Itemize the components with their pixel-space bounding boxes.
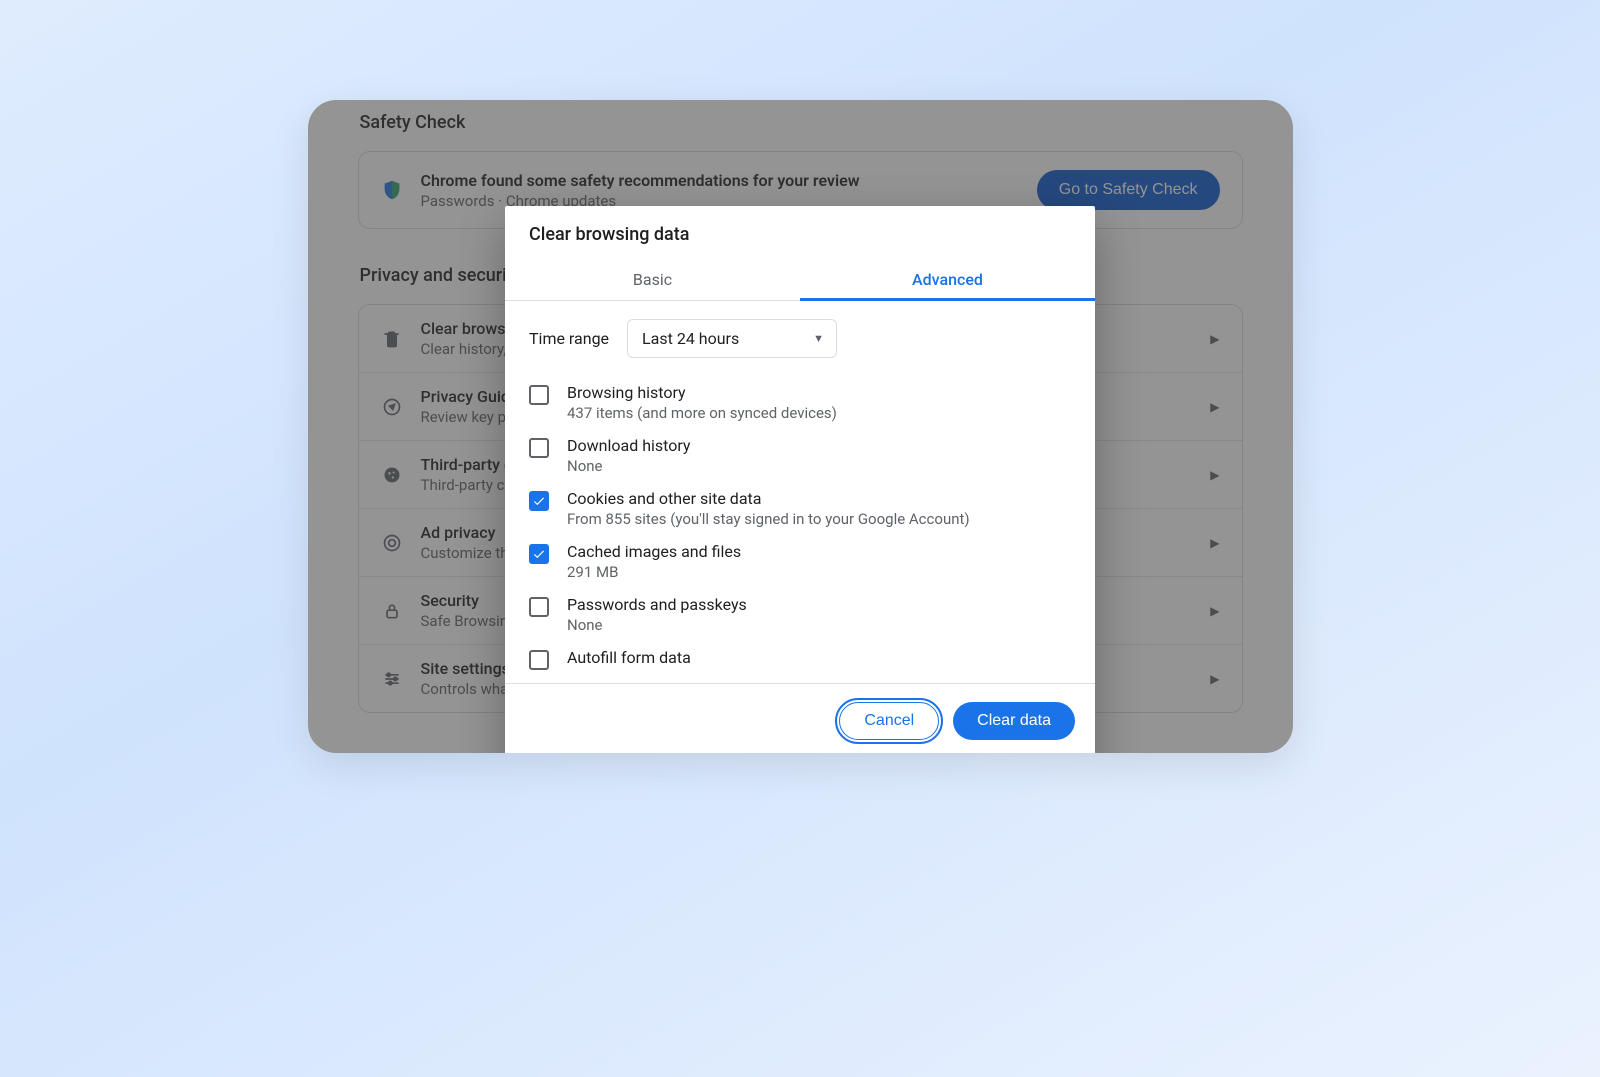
- option-title: Autofill form data: [567, 648, 691, 667]
- time-range-select[interactable]: Last 24 hours ▼: [627, 319, 837, 358]
- clear-option[interactable]: Autofill form data: [529, 641, 1071, 677]
- option-title: Browsing history: [567, 383, 837, 402]
- clear-option[interactable]: Cookies and other site data From 855 site…: [529, 482, 1071, 535]
- clear-data-button[interactable]: Clear data: [953, 702, 1075, 740]
- settings-window: Safety Check Chrome found some safety re…: [308, 100, 1293, 753]
- checkbox[interactable]: [529, 544, 549, 564]
- option-title: Passwords and passkeys: [567, 595, 747, 614]
- checkbox[interactable]: [529, 650, 549, 670]
- clear-option[interactable]: Passwords and passkeys None: [529, 588, 1071, 641]
- cancel-button[interactable]: Cancel: [839, 702, 939, 740]
- clear-option[interactable]: Browsing history 437 items (and more on s…: [529, 376, 1071, 429]
- tab-advanced[interactable]: Advanced: [800, 261, 1095, 300]
- option-subtitle: None: [567, 616, 747, 634]
- option-subtitle: From 855 sites (you'll stay signed in to…: [567, 510, 970, 528]
- checkbox[interactable]: [529, 597, 549, 617]
- tab-basic[interactable]: Basic: [505, 261, 800, 300]
- modal-scrim[interactable]: Clear browsing data Basic Advanced Time …: [308, 100, 1293, 753]
- time-range-value: Last 24 hours: [642, 329, 739, 348]
- checkbox[interactable]: [529, 491, 549, 511]
- dialog-tabs: Basic Advanced: [505, 261, 1095, 301]
- clear-option[interactable]: Download history None: [529, 429, 1071, 482]
- clear-option[interactable]: Cached images and files 291 MB: [529, 535, 1071, 588]
- option-subtitle: 291 MB: [567, 563, 741, 581]
- checkbox[interactable]: [529, 438, 549, 458]
- chevron-down-icon: ▼: [813, 331, 824, 344]
- option-subtitle: 437 items (and more on synced devices): [567, 404, 837, 422]
- option-title: Download history: [567, 436, 691, 455]
- dialog-title: Clear browsing data: [505, 206, 1095, 261]
- checkbox[interactable]: [529, 385, 549, 405]
- clear-browsing-data-dialog: Clear browsing data Basic Advanced Time …: [505, 206, 1095, 753]
- option-title: Cookies and other site data: [567, 489, 970, 508]
- option-title: Cached images and files: [567, 542, 741, 561]
- time-range-label: Time range: [529, 329, 609, 348]
- option-subtitle: None: [567, 457, 691, 475]
